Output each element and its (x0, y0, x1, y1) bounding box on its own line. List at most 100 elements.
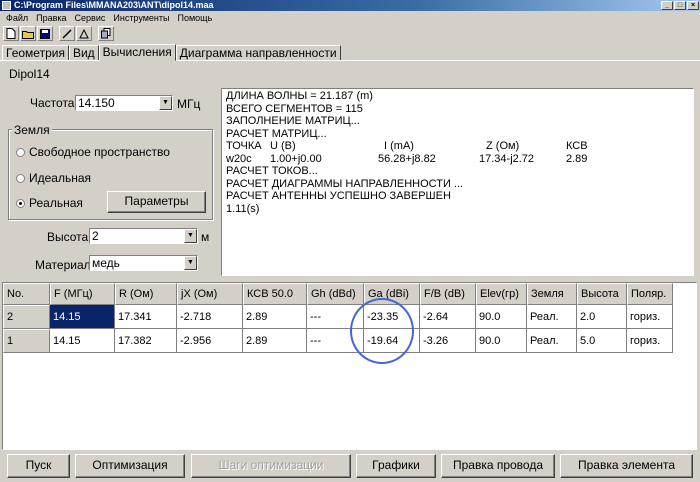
column-header-fb[interactable]: F/B (dB) (420, 283, 476, 305)
output-data-row: w20c 1.00+j0.00 56.28+j8.82 17.34-j2.72 … (226, 153, 689, 166)
column-header-swr[interactable]: КСВ 50.0 (243, 283, 307, 305)
table-cell[interactable]: -2.64 (420, 305, 476, 329)
output-line: РАСЧЕТ АНТЕННЫ УСПЕШНО ЗАВЕРШЕН (226, 190, 451, 202)
table-cell[interactable]: 2.89 (243, 329, 307, 353)
output-line: ВСЕГО СЕГМЕНТОВ = 115 (226, 102, 363, 115)
column-header-ground[interactable]: Земля (527, 283, 577, 305)
graphs-button[interactable]: Графики (356, 454, 436, 478)
chevron-down-icon[interactable]: ▼ (159, 96, 172, 110)
maximize-button[interactable]: □ (674, 1, 686, 10)
title-bar: C:\Program Files\MMANA203\ANT\dipol14.ma… (0, 0, 700, 11)
radio-real[interactable]: Реальная (16, 196, 83, 210)
output-swr: 2.89 (566, 152, 588, 165)
output-col-point: ТОЧКА (226, 140, 262, 152)
chevron-down-icon[interactable]: ▼ (184, 229, 197, 243)
save-icon[interactable] (37, 26, 53, 41)
output-line: ЗАПОЛНЕНИЕ МАТРИЦ... (226, 115, 360, 127)
column-header-height[interactable]: Высота (577, 283, 627, 305)
radio-ideal[interactable]: Идеальная (16, 171, 91, 185)
tab-calculations[interactable]: Вычисления (98, 44, 176, 61)
radio-dot-icon (16, 147, 25, 157)
frequency-input[interactable]: 14.150 ▼ (75, 95, 173, 111)
menu-service[interactable]: Сервис (71, 11, 110, 25)
output-col-swr: КСВ (566, 140, 588, 152)
height-unit: м (201, 230, 210, 244)
new-icon[interactable] (3, 26, 19, 41)
triangle-icon[interactable] (76, 26, 92, 41)
tab-bar: Геометрия Вид Вычисления Диаграмма напра… (0, 44, 700, 61)
radio-free-space[interactable]: Свободное пространство (16, 145, 170, 159)
column-header-elev[interactable]: Elev(гр) (476, 283, 527, 305)
tab-pattern[interactable]: Диаграмма направленности (175, 45, 341, 61)
ground-params-button[interactable]: Параметры (107, 191, 206, 213)
menu-tools[interactable]: Инструменты (109, 11, 173, 25)
table-cell[interactable]: 17.341 (115, 305, 177, 329)
table-cell[interactable]: 17.382 (115, 329, 177, 353)
table-row-number[interactable]: 2 (3, 305, 50, 329)
output-line: ДЛИНА ВОЛНЫ = 21.187 (m) (226, 90, 373, 102)
output-line: РАСЧЕТ ДИАГРАММЫ НАПРАВЛЕННОСТИ ... (226, 177, 464, 190)
material-value: медь (92, 256, 120, 270)
output-line: РАСЧЕТ ТОКОВ... (226, 165, 318, 177)
chevron-down-icon[interactable]: ▼ (184, 256, 197, 270)
table-cell[interactable]: -2.956 (177, 329, 243, 353)
output-z: 17.34-j2.72 (479, 152, 535, 165)
table-cell[interactable]: 14.15 (50, 329, 115, 353)
radio-dot-selected-icon (16, 198, 25, 208)
table-cell[interactable]: Реал. (527, 329, 577, 353)
tab-geometry[interactable]: Геометрия (2, 45, 69, 61)
table-cell[interactable]: 5.0 (577, 329, 627, 353)
copy-icon[interactable] (98, 26, 114, 41)
window-title: C:\Program Files\MMANA203\ANT\dipol14.ma… (14, 0, 214, 10)
table-cell[interactable]: гориз. (627, 305, 673, 329)
material-label: Материал (35, 258, 91, 272)
menu-help[interactable]: Помощь (174, 11, 217, 25)
table-cell[interactable]: -3.26 (420, 329, 476, 353)
column-header-polar[interactable]: Поляр. (627, 283, 673, 305)
edit-element-button[interactable]: Правка элемента (560, 454, 693, 478)
height-input[interactable]: 2 ▼ (89, 228, 198, 244)
table-cell[interactable]: 90.0 (476, 329, 527, 353)
table-cell[interactable]: 14.15 (50, 305, 115, 329)
radio-real-label: Реальная (29, 196, 83, 210)
output-point: w20c (226, 152, 252, 165)
material-select[interactable]: медь ▼ (89, 255, 198, 271)
column-header-freq[interactable]: F (МГц) (50, 283, 115, 305)
column-header-gh[interactable]: Gh (dBd) (307, 283, 364, 305)
table-row-number[interactable]: 1 (3, 329, 50, 353)
table-cell[interactable]: 2.0 (577, 305, 627, 329)
column-header-r[interactable]: R (Ом) (115, 283, 177, 305)
table-cell[interactable]: гориз. (627, 329, 673, 353)
output-line: РАСЧЕТ МАТРИЦ... (226, 127, 327, 140)
column-header-jx[interactable]: jX (Ом) (177, 283, 243, 305)
table-cell[interactable]: 2.89 (243, 305, 307, 329)
frequency-value: 14.150 (78, 96, 115, 110)
optimize-button[interactable]: Оптимизация (75, 454, 185, 478)
calculation-output[interactable]: ДЛИНА ВОЛНЫ = 21.187 (m) ВСЕГО СЕГМЕНТОВ… (221, 88, 694, 276)
bottom-button-bar: Пуск Оптимизация Шаги оптимизации График… (0, 450, 700, 482)
table-cell[interactable]: 90.0 (476, 305, 527, 329)
column-header-no[interactable]: No. (3, 283, 50, 305)
open-icon[interactable] (20, 26, 36, 41)
edit-wire-button[interactable]: Правка провода (441, 454, 555, 478)
frequency-label: Частота (30, 96, 75, 110)
optimization-steps-button[interactable]: Шаги оптимизации (191, 454, 351, 478)
output-u: 1.00+j0.00 (270, 152, 322, 165)
tab-view[interactable]: Вид (68, 45, 99, 61)
menu-file[interactable]: Файл (2, 11, 32, 25)
start-button[interactable]: Пуск (7, 454, 70, 478)
close-button[interactable]: × (687, 1, 699, 10)
output-col-z: Z (Ом) (486, 140, 520, 152)
frequency-unit: МГц (177, 97, 201, 111)
radio-dot-icon (16, 173, 25, 183)
height-label: Высота (47, 230, 89, 244)
radio-ideal-label: Идеальная (29, 171, 92, 185)
wire-icon[interactable] (59, 26, 75, 41)
minimize-button[interactable]: _ (661, 1, 673, 10)
table-cell[interactable]: -2.718 (177, 305, 243, 329)
table-cell[interactable]: Реал. (527, 305, 577, 329)
window-controls: _ □ × (661, 1, 699, 10)
results-table[interactable]: No. F (МГц) R (Ом) jX (Ом) КСВ 50.0 Gh (… (2, 282, 697, 450)
output-header-row: ТОЧКА U (B) I (mA) Z (Ом) КСВ (226, 140, 689, 153)
menu-edit[interactable]: Правка (32, 11, 70, 25)
